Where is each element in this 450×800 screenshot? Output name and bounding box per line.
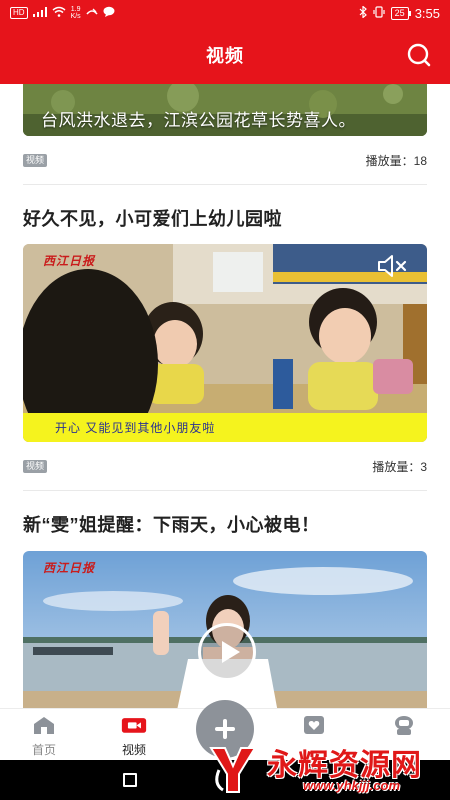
call-forward-icon (86, 7, 98, 20)
status-left: HD 1.9 K/s (10, 6, 115, 20)
divider (23, 490, 427, 491)
app-screen: HD 1.9 K/s 25 3:55 视频 台风洪水退去，江滨公园花草长势喜人。… (0, 0, 450, 800)
video-thumbnail[interactable]: 台风洪水退去，江滨公园花草长势喜人。 (23, 84, 427, 136)
play-button[interactable] (198, 623, 256, 681)
play-count: 播放量：3 (372, 459, 427, 474)
battery-indicator: 25 (390, 6, 411, 20)
chat-icon (103, 6, 115, 20)
vibrate-icon (373, 5, 385, 21)
network-speed: 1.9 K/s (71, 6, 81, 20)
home-icon (34, 717, 54, 734)
video-icon (121, 718, 147, 733)
watermark-logo (209, 747, 257, 793)
tab-home[interactable]: 首页 (14, 715, 74, 758)
video-tag: 视频 (23, 153, 48, 167)
hd-indicator: HD (10, 7, 28, 19)
recent-apps-button[interactable] (123, 773, 137, 787)
top-bar: HD 1.9 K/s 25 3:55 视频 (0, 0, 450, 84)
video-feed[interactable]: 台风洪水退去，江滨公园花草长势喜人。 视频 播放量：18 好久不见，小可爱们上幼… (0, 84, 450, 712)
status-right: 25 3:55 (359, 4, 440, 21)
watermark-url: www.yhkjjj.com (303, 778, 401, 793)
mute-icon (378, 255, 407, 277)
tab-label: 视频 (121, 743, 146, 757)
thumbnail-caption: 台风洪水退去，江滨公园花草长势喜人。 (41, 111, 356, 130)
tab-label: 首页 (31, 743, 56, 757)
item-title[interactable]: 新“雯”姐提醒：下雨天，小心被电！ (23, 511, 427, 537)
play-count: 播放量：18 (365, 153, 427, 168)
divider (23, 184, 427, 185)
wifi-icon (52, 6, 66, 20)
feed-item[interactable]: 好久不见，小可爱们上幼儿园啦 西江日报 开心 又能见到其他小朋友啦 视频 播放量… (0, 205, 450, 491)
item-meta: 视频 播放量：18 (23, 148, 427, 172)
video-player[interactable]: 西江日报 开心 又能见到其他小朋友啦 (23, 244, 427, 442)
search-button[interactable] (406, 42, 432, 68)
publisher-logo: 西江日报 (43, 254, 96, 268)
publisher-logo: 西江日报 (43, 561, 96, 575)
profile-icon (395, 716, 413, 735)
watermark: 永辉资源网 www.yhkjjj.com (205, 738, 450, 800)
video-thumbnail[interactable]: 西江日报 (23, 551, 427, 712)
status-bar: HD 1.9 K/s 25 3:55 (0, 0, 450, 26)
speed-unit: K/s (70, 13, 81, 20)
search-icon (407, 43, 431, 67)
feed-item[interactable]: 新“雯”姐提醒：下雨天，小心被电！ 西江日报 (0, 511, 450, 712)
page-title: 视频 (206, 46, 244, 66)
video-tag: 视频 (23, 459, 48, 473)
clock: 3:55 (414, 5, 440, 21)
heart-card-icon (304, 716, 324, 734)
bluetooth-icon (359, 4, 367, 21)
item-meta: 视频 播放量：3 (23, 454, 427, 478)
tab-video[interactable]: 视频 (104, 715, 164, 758)
item-title[interactable]: 好久不见，小可爱们上幼儿园啦 (23, 205, 427, 231)
mute-button[interactable] (377, 254, 407, 278)
speed-value: 1.9 (70, 6, 81, 13)
signal-icon (32, 6, 47, 20)
video-subtitle: 开心 又能见到其他小朋友啦 (55, 421, 216, 435)
feed-item[interactable]: 台风洪水退去，江滨公园花草长势喜人。 视频 播放量：18 (0, 84, 450, 185)
